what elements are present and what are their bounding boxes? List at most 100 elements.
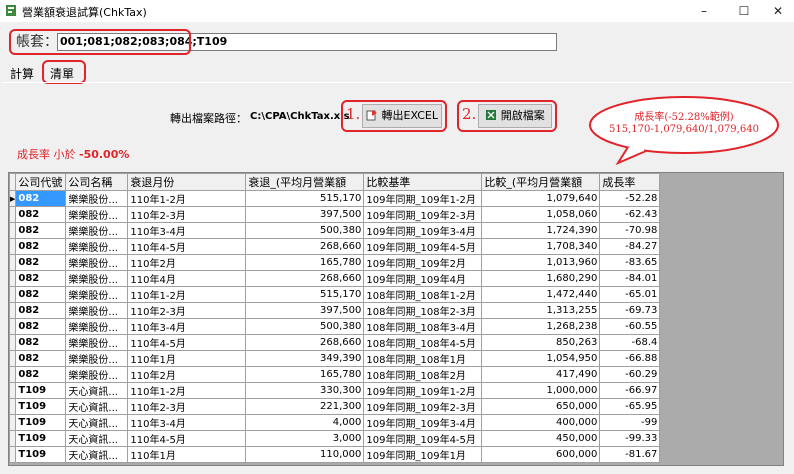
table-cell[interactable]: 108年同期_108年1-2月 bbox=[363, 286, 483, 303]
table-cell[interactable]: 109年同期_109年3-4月 bbox=[363, 414, 483, 431]
table-cell[interactable]: 108年同期_108年2-3月 bbox=[363, 302, 483, 319]
col-growth-rate[interactable]: 成長率 bbox=[599, 173, 661, 191]
table-cell[interactable]: 樂樂股份... bbox=[65, 254, 129, 271]
table-cell[interactable]: 268,660 bbox=[245, 238, 365, 255]
table-row[interactable]: T109 天心資訊... 110年1月 110,000 109年同期_109年1月 600… bbox=[9, 446, 661, 463]
table-cell[interactable]: 天心資訊... bbox=[65, 398, 129, 415]
col-decline-avg[interactable]: 衰退_(平均月營業額 bbox=[245, 173, 365, 191]
col-baseline[interactable]: 比較基準 bbox=[363, 173, 483, 191]
table-row[interactable]: 082 樂樂股份... 110年3-4月 500,380 108年同期_108年3-4月… bbox=[9, 318, 661, 335]
table-cell[interactable]: 109年同期_109年4月 bbox=[363, 270, 483, 287]
table-cell[interactable]: 1,472,440 bbox=[481, 286, 601, 303]
table-cell[interactable]: 110年1月 bbox=[127, 446, 247, 463]
table-cell[interactable]: 082 bbox=[15, 302, 67, 319]
table-cell[interactable]: 109年同期_109年1月 bbox=[363, 446, 483, 463]
table-cell[interactable]: 082 bbox=[15, 334, 67, 351]
table-cell[interactable]: 1,054,950 bbox=[481, 350, 601, 367]
table-cell[interactable]: 樂樂股份... bbox=[65, 270, 129, 287]
table-cell[interactable]: 108年同期_108年1月 bbox=[363, 350, 483, 367]
table-cell[interactable]: 天心資訊... bbox=[65, 446, 129, 463]
table-cell[interactable]: T109 bbox=[15, 382, 67, 399]
table-cell[interactable]: 109年同期_109年4-5月 bbox=[363, 238, 483, 255]
table-row[interactable]: 082 樂樂股份... 110年2月 165,780 109年同期_109年2月 1,01… bbox=[9, 254, 661, 271]
table-cell[interactable]: 110年4-5月 bbox=[127, 334, 247, 351]
table-cell[interactable]: -84.01 bbox=[599, 270, 661, 287]
table-cell[interactable]: T109 bbox=[15, 414, 67, 431]
table-cell[interactable]: 樂樂股份... bbox=[65, 366, 129, 383]
table-cell[interactable]: 109年同期_109年2月 bbox=[363, 254, 483, 271]
table-cell[interactable]: 1,313,255 bbox=[481, 302, 601, 319]
table-cell[interactable]: 082 bbox=[15, 366, 67, 383]
col-decline-month[interactable]: 衰退月份 bbox=[127, 173, 247, 191]
table-cell[interactable]: 400,000 bbox=[481, 414, 601, 431]
table-cell[interactable]: 082 bbox=[15, 350, 67, 367]
table-row[interactable]: 082 樂樂股份... 110年4月 268,660 109年同期_109年4月 1,68… bbox=[9, 270, 661, 287]
table-cell[interactable]: 1,013,960 bbox=[481, 254, 601, 271]
maximize-button[interactable]: ☐ bbox=[726, 0, 762, 22]
col-compare-avg[interactable]: 比較_(平均月營業額 bbox=[481, 173, 601, 191]
table-cell[interactable]: -68.4 bbox=[599, 334, 661, 351]
table-cell[interactable]: 082 bbox=[15, 190, 67, 207]
table-cell[interactable]: 109年同期_109年2-3月 bbox=[363, 206, 483, 223]
table-cell[interactable]: -81.67 bbox=[599, 446, 661, 463]
table-row[interactable]: T109 天心資訊... 110年3-4月 4,000 109年同期_109年3-4月 4… bbox=[9, 414, 661, 431]
table-cell[interactable]: 1,724,390 bbox=[481, 222, 601, 239]
table-cell[interactable]: 天心資訊... bbox=[65, 382, 129, 399]
table-cell[interactable]: 4,000 bbox=[245, 414, 365, 431]
table-cell[interactable]: 850,263 bbox=[481, 334, 601, 351]
minimize-button[interactable]: – bbox=[686, 0, 722, 22]
table-cell[interactable]: 082 bbox=[15, 270, 67, 287]
table-cell[interactable]: 樂樂股份... bbox=[65, 334, 129, 351]
table-cell[interactable]: 樂樂股份... bbox=[65, 222, 129, 239]
table-cell[interactable]: -69.73 bbox=[599, 302, 661, 319]
table-cell[interactable]: 082 bbox=[15, 222, 67, 239]
table-cell[interactable]: 110年4-5月 bbox=[127, 238, 247, 255]
tab-calculate[interactable]: 計算 bbox=[10, 65, 34, 82]
table-cell[interactable]: 樂樂股份... bbox=[65, 238, 129, 255]
close-button[interactable]: ✕ bbox=[760, 0, 794, 22]
table-cell[interactable]: 1,680,290 bbox=[481, 270, 601, 287]
table-cell[interactable]: 110年3-4月 bbox=[127, 414, 247, 431]
table-cell[interactable]: 天心資訊... bbox=[65, 430, 129, 447]
table-cell[interactable]: -65.95 bbox=[599, 398, 661, 415]
table-cell[interactable]: 1,000,000 bbox=[481, 382, 601, 399]
table-cell[interactable]: 樂樂股份... bbox=[65, 190, 129, 207]
table-row[interactable]: 082 樂樂股份... 110年1月 349,390 108年同期_108年1月 1,05… bbox=[9, 350, 661, 367]
table-cell[interactable]: T109 bbox=[15, 446, 67, 463]
table-row[interactable]: 082 樂樂股份... 110年1-2月 515,170 108年同期_108年1-2月… bbox=[9, 286, 661, 303]
table-cell[interactable]: 3,000 bbox=[245, 430, 365, 447]
table-cell[interactable]: T109 bbox=[15, 430, 67, 447]
table-row[interactable]: ▶ 082 樂樂股份... 110年1-2月 515,170 109年同期_109年1-2… bbox=[9, 190, 661, 207]
table-cell[interactable]: -52.28 bbox=[599, 190, 661, 207]
table-cell[interactable]: 樂樂股份... bbox=[65, 206, 129, 223]
table-cell[interactable]: 397,500 bbox=[245, 302, 365, 319]
table-cell[interactable]: -66.88 bbox=[599, 350, 661, 367]
col-company-code[interactable]: 公司代號 bbox=[15, 173, 67, 191]
table-cell[interactable]: 110年4月 bbox=[127, 270, 247, 287]
table-cell[interactable]: -65.01 bbox=[599, 286, 661, 303]
table-cell[interactable]: 082 bbox=[15, 206, 67, 223]
table-cell[interactable]: 397,500 bbox=[245, 206, 365, 223]
table-cell[interactable]: 268,660 bbox=[245, 270, 365, 287]
table-cell[interactable]: 650,000 bbox=[481, 398, 601, 415]
table-cell[interactable]: 110年3-4月 bbox=[127, 318, 247, 335]
table-cell[interactable]: -99.33 bbox=[599, 430, 661, 447]
table-row[interactable]: T109 天心資訊... 110年2-3月 221,300 109年同期_109年2-3… bbox=[9, 398, 661, 415]
table-cell[interactable]: 330,300 bbox=[245, 382, 365, 399]
table-cell[interactable]: 082 bbox=[15, 318, 67, 335]
table-cell[interactable]: 110年1月 bbox=[127, 350, 247, 367]
results-grid[interactable]: 公司代號 公司名稱 衰退月份 衰退_(平均月營業額 比較基準 比較_(平均月營業… bbox=[8, 172, 784, 466]
table-row[interactable]: 082 樂樂股份... 110年2-3月 397,500 108年同期_108年2-3月… bbox=[9, 302, 661, 319]
table-cell[interactable]: 221,300 bbox=[245, 398, 365, 415]
table-cell[interactable]: 樂樂股份... bbox=[65, 318, 129, 335]
table-cell[interactable]: 500,380 bbox=[245, 318, 365, 335]
table-cell[interactable]: 165,780 bbox=[245, 254, 365, 271]
table-row[interactable]: 082 樂樂股份... 110年3-4月 500,380 109年同期_109年3-4月… bbox=[9, 222, 661, 239]
table-cell[interactable]: 082 bbox=[15, 286, 67, 303]
table-row[interactable]: T109 天心資訊... 110年4-5月 3,000 109年同期_109年4-5月 4… bbox=[9, 430, 661, 447]
table-cell[interactable]: 110年1-2月 bbox=[127, 382, 247, 399]
table-cell[interactable]: 110年1-2月 bbox=[127, 190, 247, 207]
table-cell[interactable]: -60.55 bbox=[599, 318, 661, 335]
table-cell[interactable]: 515,170 bbox=[245, 286, 365, 303]
table-row[interactable]: T109 天心資訊... 110年1-2月 330,300 109年同期_109年1-2… bbox=[9, 382, 661, 399]
